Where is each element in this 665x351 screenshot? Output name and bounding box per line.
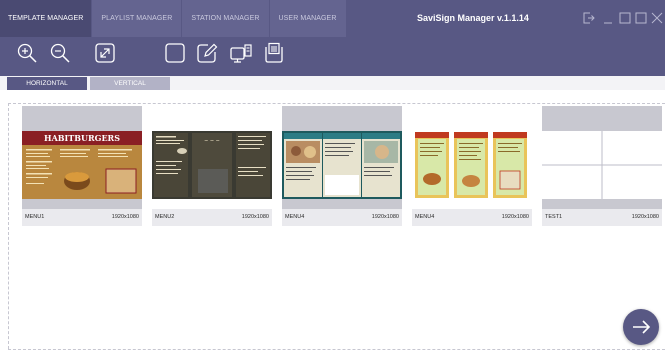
maximize-icon[interactable] (635, 11, 647, 27)
template-resolution: 1920x1080 (111, 214, 139, 220)
template-thumbnail (282, 131, 402, 199)
tab-station-manager[interactable]: STATION MANAGER (181, 0, 269, 37)
app-title: SaviSign Manager v.1.1.14 (417, 13, 529, 23)
minimize-icon[interactable] (603, 11, 613, 27)
next-button[interactable] (623, 309, 659, 345)
edit-template-icon[interactable] (196, 42, 218, 64)
tab-template-manager[interactable]: TEMPLATE MANAGER (0, 0, 92, 37)
template-thumbnail (412, 131, 532, 199)
template-thumbnail: HABITBURGERS (22, 131, 142, 199)
logout-icon[interactable] (583, 11, 595, 27)
zoom-in-icon[interactable] (16, 42, 38, 64)
new-template-icon[interactable] (164, 42, 186, 64)
template-thumbnail (542, 131, 662, 199)
template-resolution: 1920x1080 (501, 214, 529, 220)
zoom-out-icon[interactable] (49, 42, 71, 64)
template-thumbnail-frame (282, 106, 402, 209)
template-card[interactable]: ~ ~ ~ MENU2 1920x1080 (152, 106, 272, 226)
template-thumbnail-frame: HABITBURGERS (22, 106, 142, 209)
close-icon[interactable] (651, 11, 663, 27)
template-resolution: 1920x1080 (371, 214, 399, 220)
template-name: TEST1 (545, 214, 563, 220)
delete-icon[interactable] (263, 42, 285, 64)
template-thumbnail: ~ ~ ~ (152, 131, 272, 199)
template-card[interactable]: HABITBURGERS MENU1 1920x1080 (22, 106, 142, 226)
fit-screen-icon[interactable] (94, 42, 116, 64)
tab-playlist-manager[interactable]: PLAYLIST MANAGER (91, 0, 182, 37)
template-resolution: 1920x1080 (241, 214, 269, 220)
template-name: MENU4 (285, 214, 305, 220)
template-card[interactable]: MENU4 1920x1080 (412, 106, 532, 226)
template-card[interactable]: TEST1 1920x1080 (542, 106, 662, 226)
template-thumbnail-frame (412, 106, 532, 209)
template-name: MENU1 (25, 214, 45, 220)
nav-tabs: TEMPLATE MANAGER PLAYLIST MANAGER STATIO… (0, 0, 346, 37)
template-name: MENU2 (155, 214, 175, 220)
restore-icon[interactable] (619, 11, 631, 27)
tab-user-manager[interactable]: USER MANAGER (268, 0, 346, 37)
template-card[interactable]: MENU4 1920x1080 (282, 106, 402, 226)
template-name: MENU4 (415, 214, 435, 220)
thumb-title: HABITBURGERS (44, 133, 120, 143)
template-thumbnail-frame: ~ ~ ~ (152, 106, 272, 209)
horizontal-button[interactable]: HORIZONTAL (7, 77, 87, 90)
template-resolution: 1920x1080 (631, 214, 659, 220)
content-border-bottom (8, 349, 665, 350)
svg-text:~ ~ ~: ~ ~ ~ (204, 138, 220, 144)
arrow-right-icon (633, 320, 651, 334)
template-thumbnail-frame (542, 106, 662, 209)
preview-icon[interactable] (229, 42, 252, 64)
vertical-button[interactable]: VERTICAL (90, 77, 170, 90)
